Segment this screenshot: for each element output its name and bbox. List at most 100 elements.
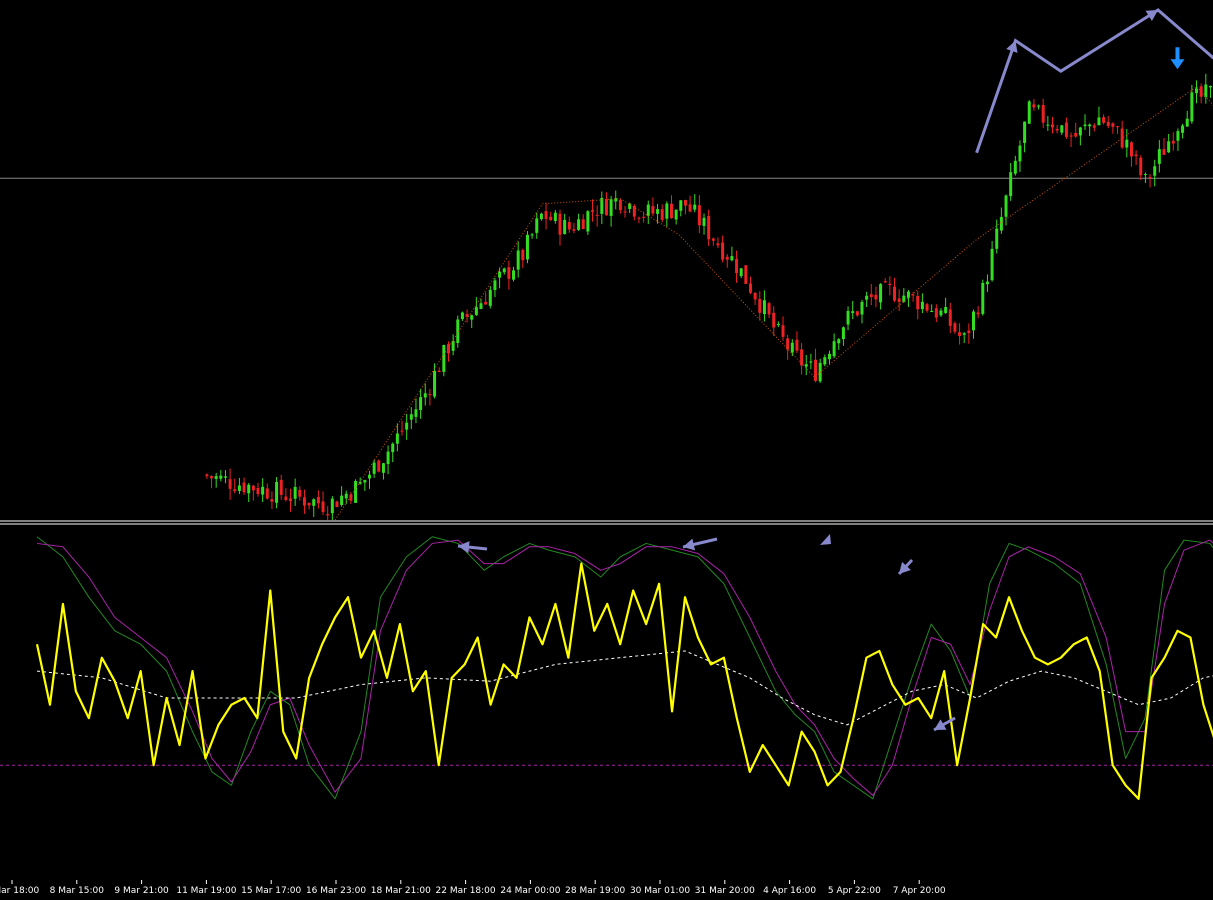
candle-body [502, 268, 506, 273]
candle-body [1111, 123, 1115, 127]
candle-body [1102, 117, 1106, 123]
candle-body [837, 339, 841, 344]
candle-body [460, 312, 464, 320]
x-tick-label: 4 Apr 16:00 [763, 886, 816, 896]
candle-body [302, 497, 306, 506]
candle-body [632, 205, 636, 217]
candle-body [572, 229, 576, 231]
candle-body [1069, 135, 1073, 137]
candle-body [237, 485, 241, 491]
candle-body [1143, 174, 1147, 176]
x-tick-label: 11 Mar 19:00 [176, 886, 236, 896]
candle-body [604, 199, 608, 216]
candle-body [558, 213, 562, 235]
candle-body [1148, 176, 1152, 178]
candle-body [879, 284, 883, 303]
candle-body [321, 501, 325, 512]
candle-body [205, 474, 209, 477]
x-tick-label: 16 Mar 23:00 [306, 886, 366, 896]
candle-body [730, 256, 734, 261]
candle-body [581, 219, 585, 230]
candle-body [846, 310, 850, 325]
candle-body [776, 324, 780, 326]
candle-body [874, 294, 878, 300]
candle-body [767, 303, 771, 315]
candle-body [762, 300, 766, 315]
candle-body [553, 212, 557, 221]
candle-body [484, 301, 488, 305]
candle-body [1181, 125, 1185, 133]
candle-body [841, 327, 845, 340]
candle-body [897, 298, 901, 302]
candle-body [395, 433, 399, 444]
candle-body [660, 209, 664, 220]
candle-body [1139, 157, 1143, 176]
candle-body [219, 475, 223, 479]
candle-body [405, 422, 409, 430]
candle-body [349, 494, 353, 501]
candle-body [930, 310, 934, 313]
candle-body [381, 463, 385, 473]
candle-body [1004, 195, 1008, 217]
candle-body [1032, 104, 1036, 108]
candle-body [1134, 154, 1138, 157]
candle-body [976, 312, 980, 315]
candle-body [233, 489, 237, 492]
candle-body [428, 394, 432, 396]
candle-body [1153, 166, 1157, 176]
candle-body [683, 199, 687, 206]
candle-body [920, 301, 924, 310]
candle-body [851, 311, 855, 314]
candle-body [330, 498, 334, 514]
candle-body [307, 502, 311, 506]
candle-body [256, 487, 260, 495]
candle-body [1009, 172, 1013, 197]
candle-body [488, 289, 492, 306]
candle-body [340, 495, 344, 506]
x-tick-label: 22 Mar 18:00 [436, 886, 496, 896]
candle-body [869, 294, 873, 298]
candle-body [772, 312, 776, 328]
candle-body [409, 414, 413, 420]
candle-body [525, 234, 529, 260]
candle-body [725, 256, 729, 260]
chart-svg[interactable]: 4 Mar 18:00 8 Mar 15:00 9 Mar 21:00 11 Mar … [0, 0, 1213, 896]
x-tick-label: 18 Mar 21:00 [371, 886, 431, 896]
candle-body [354, 481, 358, 503]
candle-body [1050, 124, 1054, 128]
candle-body [451, 341, 455, 351]
candle-body [697, 205, 701, 226]
candle-body [693, 204, 697, 210]
candle-body [1083, 124, 1087, 127]
candle-body [827, 353, 831, 360]
candle-body [1204, 84, 1208, 98]
candle-body [1088, 124, 1092, 127]
candle-body [1037, 105, 1041, 107]
trading-chart[interactable]: 4 Mar 18:00 8 Mar 15:00 9 Mar 21:00 11 Mar … [0, 0, 1213, 896]
candle-body [1097, 117, 1101, 126]
candle-body [437, 370, 441, 372]
candle-body [781, 325, 785, 337]
candle-body [512, 270, 516, 280]
x-tick-label: 30 Mar 01:00 [630, 886, 690, 896]
candle-body [651, 206, 655, 214]
candle-body [521, 249, 525, 261]
candle-body [688, 204, 692, 212]
candle-body [716, 243, 720, 246]
candle-body [916, 295, 920, 310]
candle-body [618, 199, 622, 210]
candle-body [944, 307, 948, 314]
candle-body [247, 484, 251, 494]
candle-body [228, 479, 232, 489]
candle-body [665, 203, 669, 219]
x-tick-label: 15 Mar 17:00 [241, 886, 301, 896]
candle-body [1185, 118, 1189, 127]
candle-body [1055, 128, 1059, 131]
candle-body [400, 430, 404, 432]
candle-body [312, 499, 316, 506]
candle-body [591, 210, 595, 212]
candle-body [372, 462, 376, 474]
x-tick-label: 31 Mar 20:00 [695, 886, 755, 896]
candle-body [1129, 142, 1133, 157]
candle-body [934, 308, 938, 318]
